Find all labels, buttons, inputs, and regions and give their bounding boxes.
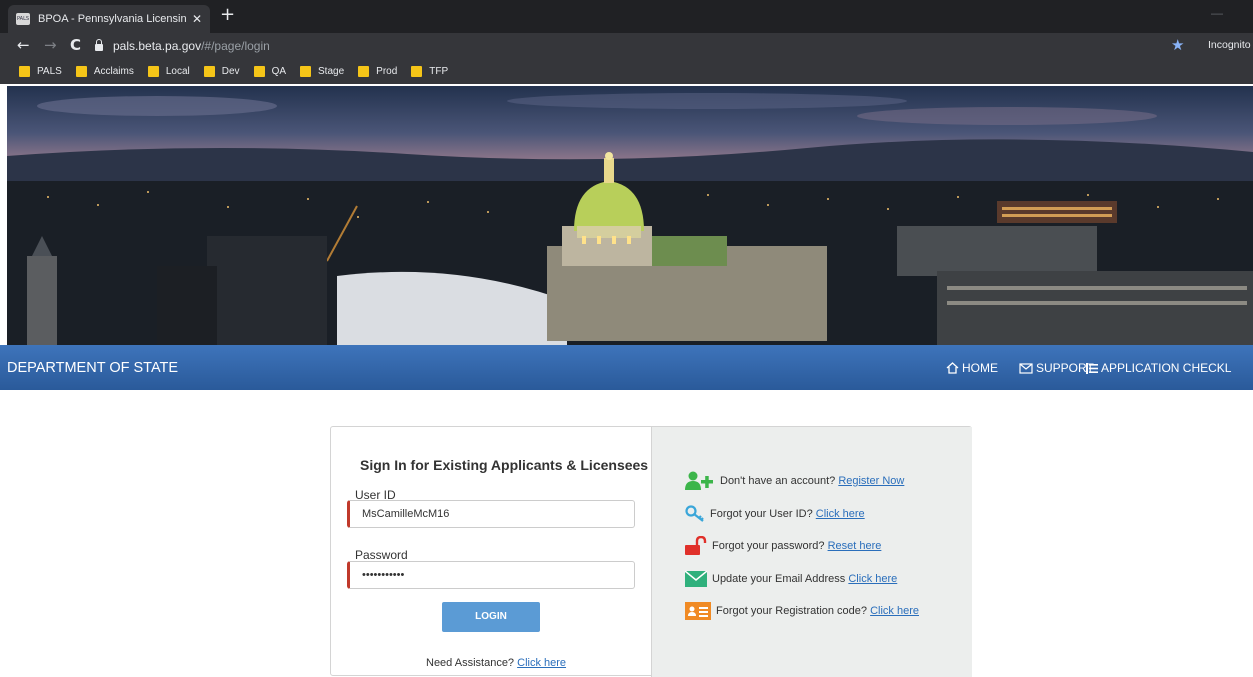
browser-tab-bar: PALS BPOA - Pennsylvania Licensing Sy ✕ … [0, 0, 1253, 33]
reload-icon[interactable]: C [70, 36, 81, 54]
help-row-email: Update your Email Address Click here [685, 571, 897, 587]
bookmark-label: Prod [376, 65, 398, 77]
bookmark-label: TFP [429, 65, 449, 77]
assist-text: Need Assistance? [426, 657, 515, 669]
bookmark-label: Dev [221, 65, 240, 77]
unlock-icon [685, 536, 707, 555]
bookmark-qa[interactable]: QA [253, 65, 287, 77]
forward-icon[interactable]: → [44, 36, 57, 54]
bookmark-label: Acclaims [93, 65, 134, 77]
help-row-registration: Forgot your Registration code? Click her… [685, 602, 919, 620]
update-email-link[interactable]: Click here [848, 573, 897, 585]
tab-favicon-icon: PALS [16, 13, 30, 25]
need-assistance: Need Assistance? Click here [426, 657, 566, 669]
password-input[interactable]: ••••••••••• [347, 561, 635, 589]
folder-icon [75, 65, 87, 77]
help-text-registration: Forgot your Registration code? [716, 605, 868, 617]
nav-support[interactable]: SUPPORT [1019, 361, 1094, 375]
key-icon [685, 505, 704, 522]
envelope-icon [685, 571, 707, 587]
list-icon [1086, 362, 1098, 374]
id-card-icon [685, 602, 711, 620]
signin-title: Sign In for Existing Applicants & Licens… [360, 457, 649, 473]
help-text-email: Update your Email Address [712, 573, 846, 585]
folder-icon [358, 65, 370, 77]
tab-title: BPOA - Pennsylvania Licensing Sy [38, 13, 186, 25]
folder-icon [147, 65, 159, 77]
back-icon[interactable]: ← [17, 36, 30, 54]
help-text-register: Don't have an account? [720, 475, 836, 487]
bookmark-label: PALS [37, 65, 62, 77]
hero-banner-image [7, 86, 1253, 346]
folder-icon [253, 65, 265, 77]
capitol-skyline-image [7, 93, 1253, 346]
folder-icon [411, 65, 423, 77]
nav-checklist-label: APPLICATION CHECKL [1101, 361, 1232, 375]
folder-icon [203, 65, 215, 77]
bookmark-pals[interactable]: PALS [19, 65, 62, 77]
registration-code-link[interactable]: Click here [870, 605, 919, 617]
nav-home[interactable]: HOME [946, 361, 998, 375]
incognito-label: Incognito [1208, 39, 1251, 51]
help-text-password: Forgot your password? [712, 540, 825, 552]
reset-password-link[interactable]: Reset here [828, 540, 882, 552]
bookmark-stage[interactable]: Stage [300, 65, 345, 77]
help-row-register: Don't have an account? Register Now [685, 471, 904, 491]
new-tab-icon[interactable]: + [220, 4, 235, 25]
bookmark-label: Local [165, 65, 190, 77]
register-now-link[interactable]: Register Now [838, 475, 904, 487]
lock-icon [95, 39, 103, 51]
bookmark-tfp[interactable]: TFP [411, 65, 449, 77]
folder-icon [300, 65, 312, 77]
bookmark-acclaims[interactable]: Acclaims [75, 65, 134, 77]
help-panel: Don't have an account? Register Now Forg… [651, 427, 972, 677]
bookmark-prod[interactable]: Prod [358, 65, 398, 77]
assist-link[interactable]: Click here [517, 657, 566, 669]
folder-icon [19, 65, 30, 77]
department-title: DEPARTMENT OF STATE [7, 360, 179, 376]
login-button[interactable]: LOGIN [442, 602, 540, 632]
forgot-user-id-link[interactable]: Click here [816, 508, 865, 520]
password-label: Password [355, 548, 408, 562]
bookmark-star-icon[interactable]: ★ [1171, 36, 1184, 54]
add-user-icon [685, 471, 713, 490]
browser-toolbar: ← → C pals.beta.pa.gov/#/page/login ★ In… [0, 33, 1253, 58]
bookmark-local[interactable]: Local [147, 65, 190, 77]
bookmark-label: QA [271, 65, 287, 77]
minimize-icon[interactable]: — [1211, 6, 1223, 20]
bookmarks-bar: PALS Acclaims Local Dev QA Stage Prod TF… [0, 58, 1253, 84]
close-icon[interactable]: ✕ [192, 12, 202, 26]
help-row-user-id: Forgot your User ID? Click here [685, 505, 865, 523]
browser-tab[interactable]: PALS BPOA - Pennsylvania Licensing Sy ✕ [8, 5, 210, 33]
url-path: /#/page/login [201, 38, 270, 53]
bookmark-dev[interactable]: Dev [203, 65, 240, 77]
address-bar[interactable]: pals.beta.pa.gov/#/page/login [95, 35, 1195, 56]
envelope-icon [1019, 362, 1033, 374]
url-host: pals.beta.pa.gov [113, 38, 202, 53]
nav-home-label: HOME [962, 361, 998, 375]
site-navbar: DEPARTMENT OF STATE HOME SUPPORT APPLICA… [0, 345, 1253, 390]
help-row-password: Forgot your password? Reset here [685, 536, 881, 556]
login-card: Sign In for Existing Applicants & Licens… [330, 426, 972, 677]
nav-application-checklist[interactable]: APPLICATION CHECKL [1086, 361, 1231, 375]
bookmark-label: Stage [318, 65, 345, 77]
help-text-user-id: Forgot your User ID? [710, 508, 813, 520]
home-icon [946, 362, 959, 374]
user-id-input[interactable]: MsCamilleMcM16 [347, 500, 635, 528]
